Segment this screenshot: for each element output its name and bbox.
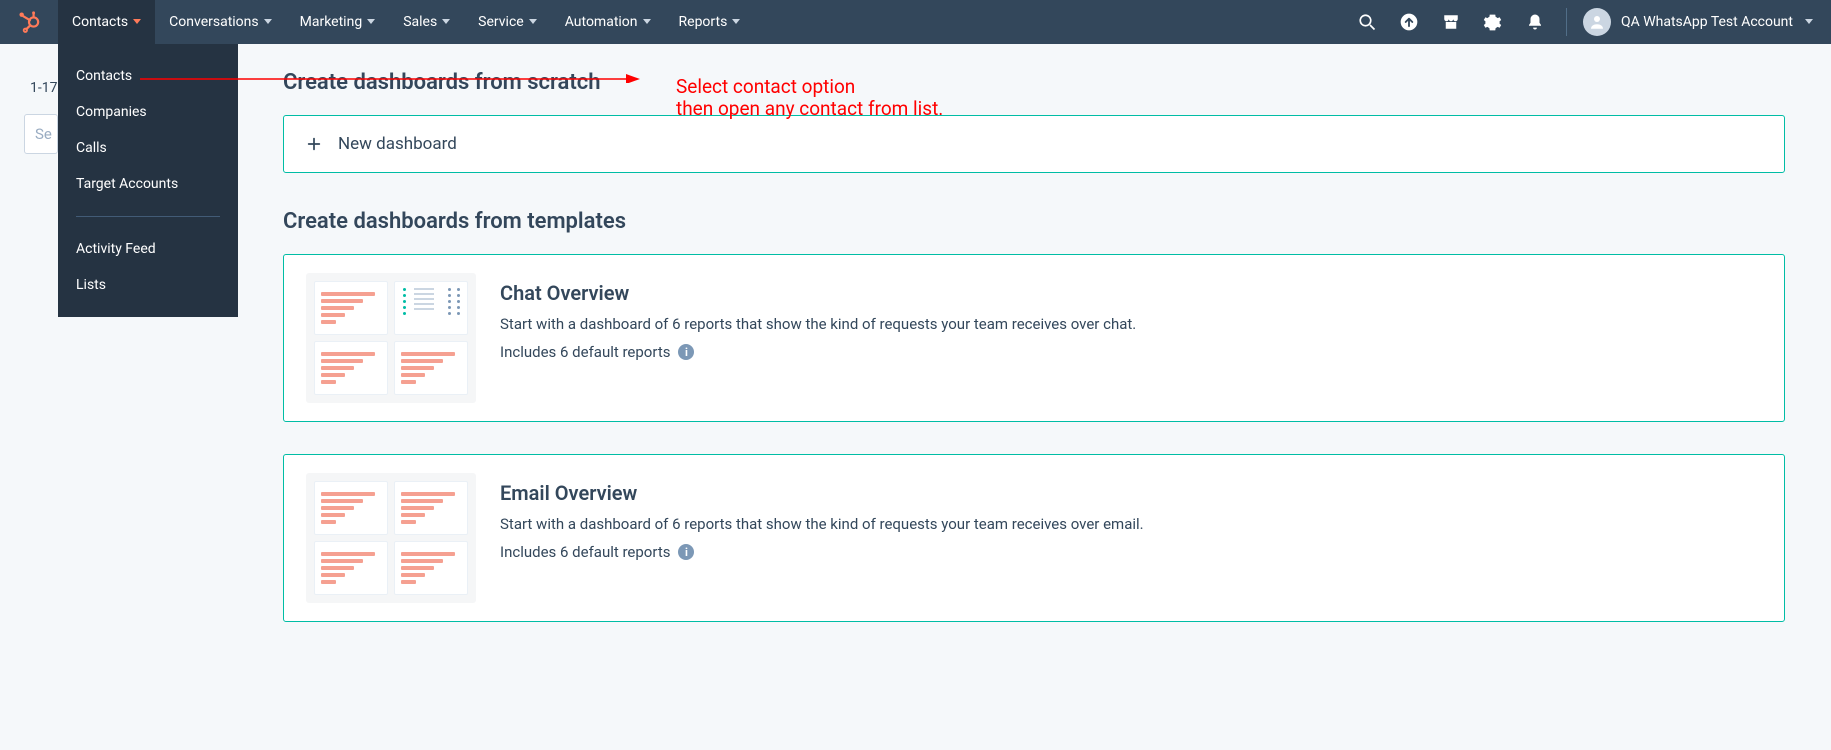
nav-label: Automation <box>565 14 638 30</box>
nav-label: Service <box>478 14 524 30</box>
search-button[interactable] <box>1346 0 1388 44</box>
dropdown-label: Contacts <box>76 68 132 84</box>
nav-label: Reports <box>679 14 728 30</box>
dropdown-label: Target Accounts <box>76 176 178 192</box>
info-icon[interactable]: i <box>678 544 694 560</box>
marketplace-button[interactable] <box>1430 0 1472 44</box>
nav-automation[interactable]: Automation <box>551 0 665 44</box>
notifications-button[interactable] <box>1514 0 1556 44</box>
nav-label: Sales <box>403 14 437 30</box>
template-sub-text: Includes 6 default reports <box>500 343 670 361</box>
top-nav: Contacts Conversations Marketing Sales S… <box>0 0 1831 44</box>
dropdown-item-target-accounts[interactable]: Target Accounts <box>58 166 238 202</box>
template-sub: Includes 6 default reports i <box>500 343 1136 361</box>
main-content: Create dashboards from scratch New dashb… <box>283 70 1785 654</box>
template-desc: Start with a dashboard of 6 reports that… <box>500 515 1144 533</box>
template-title: Email Overview <box>500 481 1144 505</box>
chevron-down-icon <box>529 19 537 25</box>
dropdown-item-calls[interactable]: Calls <box>58 130 238 166</box>
separator <box>1566 8 1567 36</box>
nav-sales[interactable]: Sales <box>389 0 464 44</box>
chevron-down-icon <box>643 19 651 25</box>
search-icon <box>1358 13 1376 31</box>
templates-heading: Create dashboards from templates <box>283 209 1785 234</box>
template-thumbnail <box>306 473 476 603</box>
dropdown-item-contacts[interactable]: Contacts <box>58 58 238 94</box>
new-dashboard-card[interactable]: New dashboard <box>283 115 1785 173</box>
hubspot-logo-icon <box>18 11 40 33</box>
contacts-dropdown: Contacts Companies Calls Target Accounts… <box>58 44 238 317</box>
template-sub: Includes 6 default reports i <box>500 543 1144 561</box>
chevron-down-icon <box>264 19 272 25</box>
dropdown-label: Companies <box>76 104 147 120</box>
chevron-down-icon <box>133 19 141 25</box>
nav-items: Contacts Conversations Marketing Sales S… <box>58 0 754 44</box>
upgrade-button[interactable] <box>1388 0 1430 44</box>
account-name: QA WhatsApp Test Account <box>1621 14 1793 30</box>
dropdown-item-lists[interactable]: Lists <box>58 267 238 303</box>
dropdown-label: Lists <box>76 277 106 293</box>
template-card-email-overview[interactable]: Email Overview Start with a dashboard of… <box>283 454 1785 622</box>
dropdown-label: Calls <box>76 140 107 156</box>
template-desc: Start with a dashboard of 6 reports that… <box>500 315 1136 333</box>
template-body: Chat Overview Start with a dashboard of … <box>500 273 1136 361</box>
gear-icon <box>1483 13 1502 32</box>
search-input[interactable]: Se <box>24 114 58 154</box>
hubspot-logo[interactable] <box>0 0 58 44</box>
account-menu[interactable]: QA WhatsApp Test Account <box>1577 8 1831 36</box>
template-sub-text: Includes 6 default reports <box>500 543 670 561</box>
new-dashboard-label: New dashboard <box>338 134 457 154</box>
nav-marketing[interactable]: Marketing <box>286 0 390 44</box>
dropdown-item-companies[interactable]: Companies <box>58 94 238 130</box>
template-body: Email Overview Start with a dashboard of… <box>500 473 1144 561</box>
template-card-chat-overview[interactable]: Chat Overview Start with a dashboard of … <box>283 254 1785 422</box>
search-placeholder: Se <box>35 125 52 143</box>
template-thumbnail <box>306 273 476 403</box>
nav-right: QA WhatsApp Test Account <box>1346 0 1831 44</box>
dropdown-item-activity-feed[interactable]: Activity Feed <box>58 231 238 267</box>
chevron-down-icon <box>367 19 375 25</box>
nav-label: Contacts <box>72 14 128 30</box>
dropdown-separator <box>76 216 220 217</box>
plus-icon <box>306 136 322 152</box>
nav-contacts[interactable]: Contacts <box>58 0 155 44</box>
template-title: Chat Overview <box>500 281 1136 305</box>
nav-reports[interactable]: Reports <box>665 0 755 44</box>
dropdown-label: Activity Feed <box>76 241 156 257</box>
marketplace-icon <box>1442 13 1460 31</box>
settings-button[interactable] <box>1472 0 1514 44</box>
chevron-down-icon <box>1805 19 1813 25</box>
chevron-down-icon <box>442 19 450 25</box>
nav-label: Conversations <box>169 14 258 30</box>
user-icon <box>1588 13 1606 31</box>
bell-icon <box>1526 13 1544 31</box>
info-icon[interactable]: i <box>678 344 694 360</box>
arrow-up-circle-icon <box>1399 12 1419 32</box>
nav-service[interactable]: Service <box>464 0 551 44</box>
nav-label: Marketing <box>300 14 363 30</box>
nav-conversations[interactable]: Conversations <box>155 0 285 44</box>
avatar <box>1583 8 1611 36</box>
scratch-heading: Create dashboards from scratch <box>283 70 1785 95</box>
chevron-down-icon <box>732 19 740 25</box>
